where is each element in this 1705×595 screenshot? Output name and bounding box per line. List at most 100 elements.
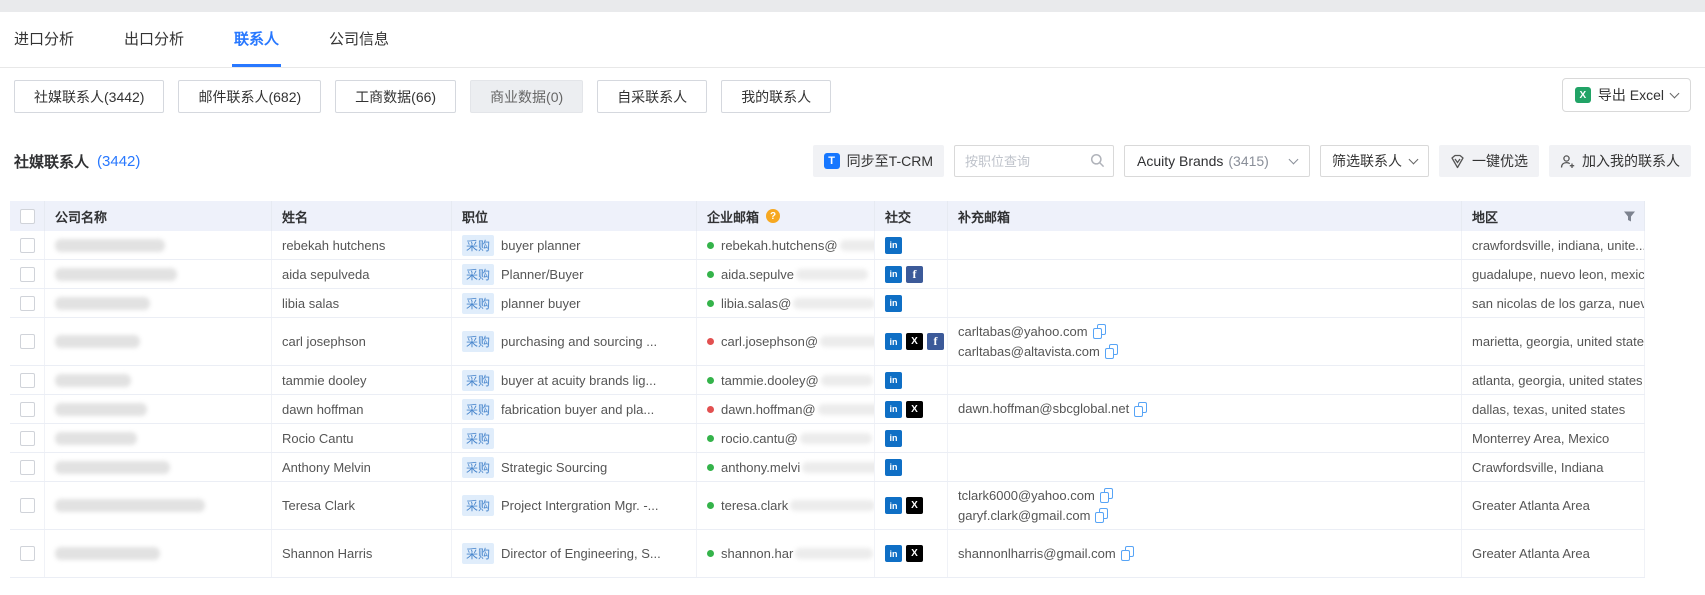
linkedin-icon[interactable]: in bbox=[885, 497, 902, 514]
social-cell: inX bbox=[875, 530, 948, 577]
table-row: tammie dooley采购buyer at acuity brands li… bbox=[10, 366, 1645, 395]
tab-联系人[interactable]: 联系人 bbox=[232, 14, 281, 67]
region-cell: guadalupe, nuevo leon, mexico bbox=[1462, 260, 1645, 288]
linkedin-icon[interactable]: in bbox=[885, 333, 902, 350]
tab-出口分析[interactable]: 出口分析 bbox=[122, 14, 186, 67]
x-icon[interactable]: X bbox=[906, 545, 923, 562]
contact-name: Anthony Melvin bbox=[272, 453, 452, 481]
email-status-dot bbox=[707, 435, 714, 442]
table-row: Teresa Clark采购Project Intergration Mgr. … bbox=[10, 482, 1645, 530]
linkedin-icon[interactable]: in bbox=[885, 237, 902, 254]
table-row: rebekah hutchens采购buyer plannerrebekah.h… bbox=[10, 231, 1645, 260]
copy-icon[interactable] bbox=[1105, 344, 1118, 359]
company-select[interactable]: Acuity Brands (3415) bbox=[1124, 145, 1310, 177]
row-checkbox[interactable] bbox=[20, 402, 35, 417]
linkedin-icon[interactable]: in bbox=[885, 430, 902, 447]
email-redacted bbox=[821, 375, 873, 386]
email-text: teresa.clark bbox=[721, 498, 788, 513]
copy-icon[interactable] bbox=[1100, 488, 1113, 503]
copy-icon[interactable] bbox=[1121, 546, 1134, 561]
row-checkbox[interactable] bbox=[20, 546, 35, 561]
extra-email-cell: shannonlharris@gmail.com bbox=[948, 530, 1462, 577]
export-excel-label: 导出 Excel bbox=[1598, 85, 1664, 105]
extra-email-text: shannonlharris@gmail.com bbox=[958, 544, 1116, 564]
copy-icon[interactable] bbox=[1134, 402, 1147, 417]
linkedin-icon[interactable]: in bbox=[885, 545, 902, 562]
x-icon[interactable]: X bbox=[906, 497, 923, 514]
row-checkbox[interactable] bbox=[20, 373, 35, 388]
filter-funnel-icon[interactable] bbox=[1623, 210, 1636, 223]
tab-公司信息[interactable]: 公司信息 bbox=[327, 14, 391, 67]
contact-name: Rocio Cantu bbox=[272, 424, 452, 452]
header-region: 地区 bbox=[1462, 201, 1645, 231]
email-cell: shannon.har bbox=[697, 530, 875, 577]
header-extra-email: 补充邮箱 bbox=[948, 201, 1462, 231]
table-row: Rocio Cantu采购rocio.cantu@inMonterrey Are… bbox=[10, 424, 1645, 453]
email-cell: carl.josephson@ bbox=[697, 318, 875, 365]
filter-button-1[interactable]: 邮件联系人(682) bbox=[178, 80, 321, 113]
export-excel-button[interactable]: X 导出 Excel bbox=[1562, 78, 1691, 112]
email-status-dot bbox=[707, 300, 714, 307]
filter-button-3[interactable]: 商业数据(0) bbox=[470, 80, 583, 113]
x-icon[interactable]: X bbox=[906, 333, 923, 350]
row-checkbox[interactable] bbox=[20, 334, 35, 349]
row-checkbox[interactable] bbox=[20, 431, 35, 446]
toolbar-actions: T 同步至T-CRM Acuity Brands (3415) 筛选联系人 bbox=[813, 145, 1691, 177]
section-count: (3442) bbox=[97, 153, 140, 170]
filter-button-5[interactable]: 我的联系人 bbox=[721, 80, 831, 113]
filter-button-4[interactable]: 自采联系人 bbox=[597, 80, 707, 113]
linkedin-icon[interactable]: in bbox=[885, 401, 902, 418]
vip-badge-icon bbox=[1450, 154, 1465, 169]
email-text: shannon.har bbox=[721, 546, 793, 561]
select-all-cell bbox=[10, 201, 45, 231]
row-checkbox[interactable] bbox=[20, 498, 35, 513]
row-checkbox[interactable] bbox=[20, 296, 35, 311]
position-title: Director of Engineering, S... bbox=[501, 546, 661, 561]
header-position: 职位 bbox=[452, 201, 697, 231]
table-row: Anthony Melvin采购Strategic Sourcinganthon… bbox=[10, 453, 1645, 482]
x-icon[interactable]: X bbox=[906, 401, 923, 418]
table-header-row: 公司名称 姓名 职位 企业邮箱 ? 社交 补充邮箱 地区 bbox=[10, 201, 1645, 231]
filter-button-2[interactable]: 工商数据(66) bbox=[335, 80, 456, 113]
tab-进口分析[interactable]: 进口分析 bbox=[12, 14, 76, 67]
help-icon[interactable]: ? bbox=[766, 209, 780, 223]
row-checkbox-cell bbox=[10, 231, 45, 259]
position-title: purchasing and sourcing ... bbox=[501, 334, 657, 349]
table-row: dawn hoffman采购fabrication buyer and pla.… bbox=[10, 395, 1645, 424]
facebook-icon[interactable]: f bbox=[906, 266, 923, 283]
company-select-value: Acuity Brands bbox=[1137, 153, 1223, 169]
linkedin-icon[interactable]: in bbox=[885, 459, 902, 476]
tcrm-icon: T bbox=[824, 153, 840, 169]
linkedin-icon[interactable]: in bbox=[885, 266, 902, 283]
header-email: 企业邮箱 ? bbox=[697, 201, 875, 231]
one-click-select-label: 一键优选 bbox=[1472, 151, 1528, 171]
row-checkbox[interactable] bbox=[20, 460, 35, 475]
extra-email-text: carltabas@altavista.com bbox=[958, 342, 1100, 362]
filter-contacts-button[interactable]: 筛选联系人 bbox=[1320, 145, 1429, 177]
linkedin-icon[interactable]: in bbox=[885, 295, 902, 312]
contact-name: libia salas bbox=[272, 289, 452, 317]
row-checkbox-cell bbox=[10, 453, 45, 481]
filter-button-0[interactable]: 社媒联系人(3442) bbox=[14, 80, 164, 113]
copy-icon[interactable] bbox=[1093, 324, 1106, 339]
company-redacted bbox=[55, 239, 165, 252]
email-redacted bbox=[793, 298, 875, 309]
email-cell: tammie.dooley@.com bbox=[697, 366, 875, 394]
select-all-checkbox[interactable] bbox=[20, 209, 35, 224]
add-to-my-contacts-button[interactable]: 加入我的联系人 bbox=[1549, 145, 1691, 177]
position-title: buyer at acuity brands lig... bbox=[501, 373, 656, 388]
row-checkbox[interactable] bbox=[20, 238, 35, 253]
extra-email-text: tclark6000@yahoo.com bbox=[958, 486, 1095, 506]
email-text: dawn.hoffman@ bbox=[721, 402, 816, 417]
facebook-icon[interactable]: f bbox=[927, 333, 944, 350]
copy-icon[interactable] bbox=[1095, 508, 1108, 523]
one-click-select-button[interactable]: 一键优选 bbox=[1439, 145, 1539, 177]
position-tag: 采购 bbox=[462, 495, 494, 516]
position-tag: 采购 bbox=[462, 331, 494, 352]
email-status-dot bbox=[707, 271, 714, 278]
email-text: carl.josephson@ bbox=[721, 334, 818, 349]
row-checkbox[interactable] bbox=[20, 267, 35, 282]
sync-tcrm-button[interactable]: T 同步至T-CRM bbox=[813, 145, 944, 177]
linkedin-icon[interactable]: in bbox=[885, 372, 902, 389]
social-cell: inX bbox=[875, 482, 948, 529]
